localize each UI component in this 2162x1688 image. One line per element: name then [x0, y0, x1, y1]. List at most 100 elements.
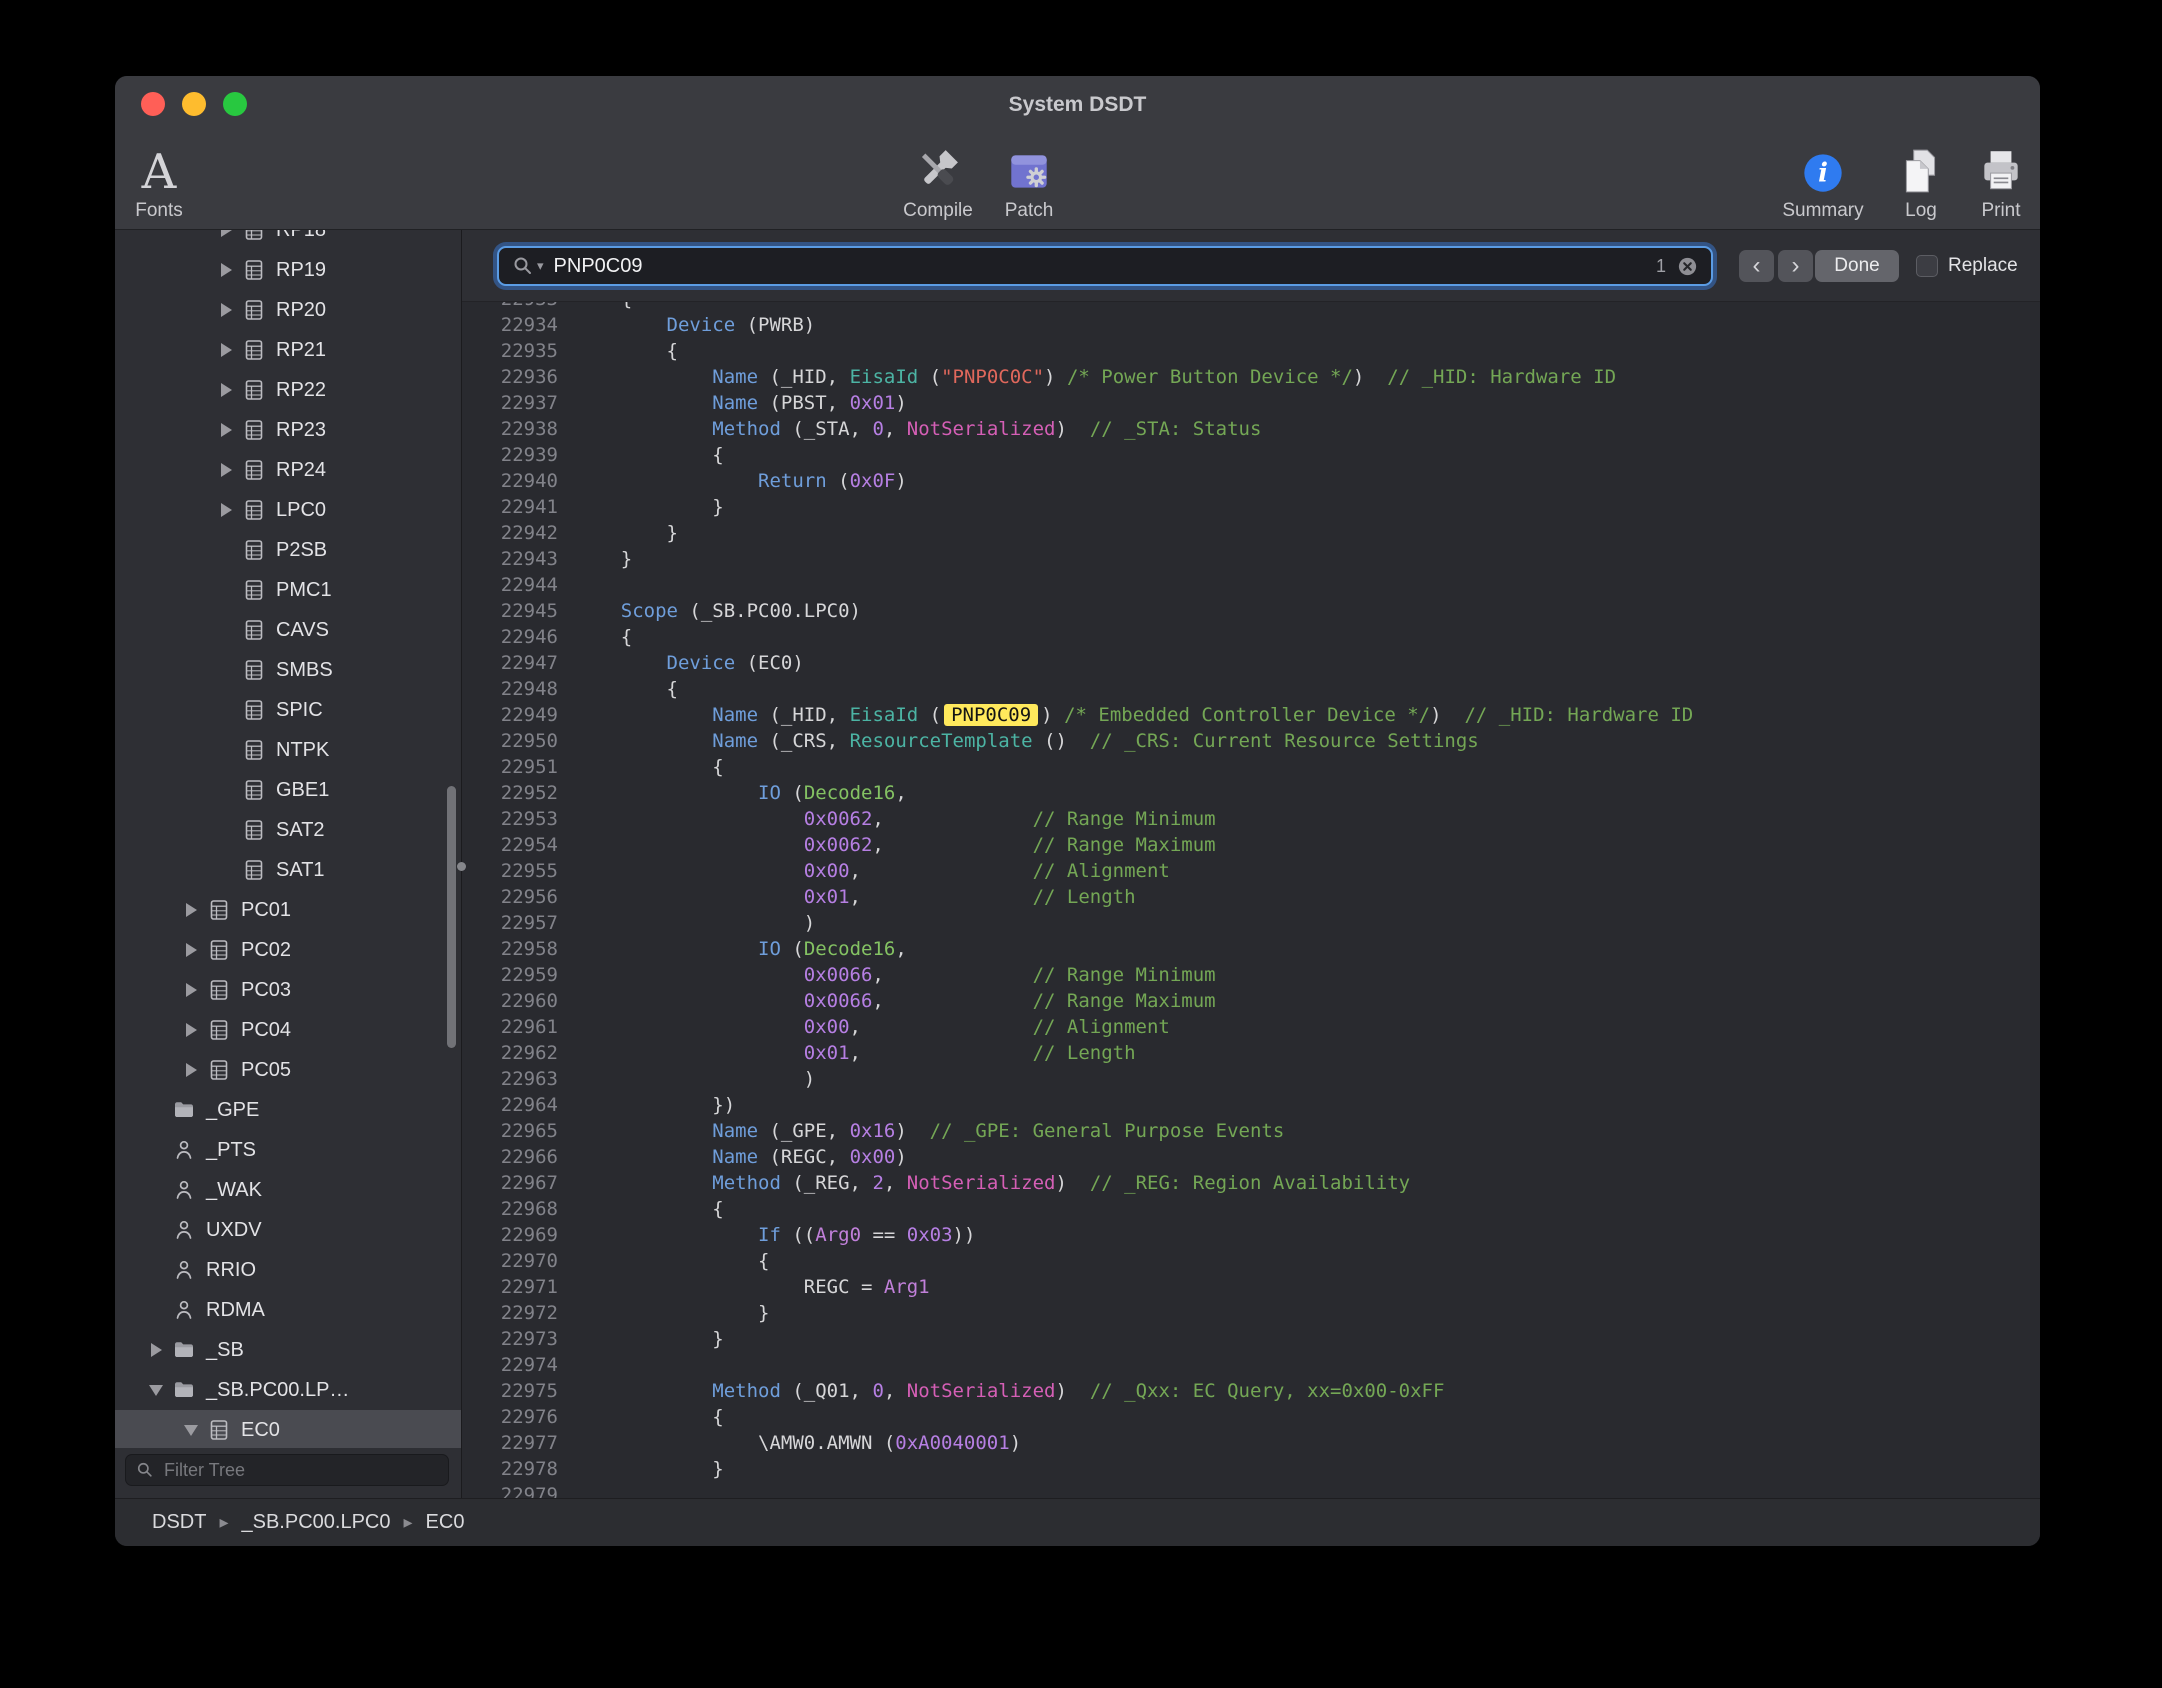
filter-tree-input[interactable]	[162, 1459, 439, 1482]
tree-item-SPIC[interactable]: SPIC	[115, 690, 461, 730]
patch-label: Patch	[954, 200, 1104, 222]
disclosure-triangle[interactable]	[178, 1023, 204, 1037]
breadcrumb-item--SB-PC00-LPC0[interactable]: _SB.PC00.LPC0	[242, 1511, 391, 1534]
tree-item-SAT1[interactable]: SAT1	[115, 850, 461, 890]
code-line: 22966 Name (REGC, 0x00)	[462, 1144, 2040, 1170]
splitter-handle[interactable]	[457, 862, 466, 871]
code-line-text: \AMW0.AMWN (0xA0040001)	[575, 1430, 1021, 1456]
tree-item-RP19[interactable]: RP19	[115, 250, 461, 290]
line-number: 22938	[462, 416, 575, 442]
tree-item-P2SB[interactable]: P2SB	[115, 530, 461, 570]
tree-item--PTS[interactable]: _PTS	[115, 1130, 461, 1170]
clear-search-icon[interactable]	[1676, 255, 1699, 278]
find-search-field[interactable]: ▾ 1	[497, 246, 1713, 286]
patch-button[interactable]: Patch	[954, 132, 1104, 222]
disclosure-triangle[interactable]	[213, 463, 239, 477]
disclosure-triangle[interactable]	[178, 1425, 204, 1436]
tree-item-PC04[interactable]: PC04	[115, 1010, 461, 1050]
code-line-text: If ((Arg0 == 0x03))	[575, 1222, 975, 1248]
disclosure-triangle[interactable]	[213, 383, 239, 397]
tree-item-RDMA[interactable]: RDMA	[115, 1290, 461, 1330]
disclosure-triangle[interactable]	[213, 303, 239, 317]
code-line-text: }	[575, 520, 678, 546]
tree-item-LPC0[interactable]: LPC0	[115, 490, 461, 530]
code-line-text: }	[575, 494, 724, 520]
code-line: 22968 {	[462, 1196, 2040, 1222]
tree-item-label: RP22	[276, 379, 326, 402]
code-line-text: Name (_CRS, ResourceTemplate () // _CRS:…	[575, 728, 1479, 754]
find-next-button[interactable]: ›	[1778, 250, 1813, 282]
print-button[interactable]: Print	[1926, 132, 2040, 222]
line-number: 22975	[462, 1378, 575, 1404]
tree-item-PMC1[interactable]: PMC1	[115, 570, 461, 610]
disclosure-triangle[interactable]	[143, 1343, 169, 1357]
disclosure-triangle[interactable]	[143, 1385, 169, 1396]
titlebar[interactable]: System DSDT	[115, 76, 2040, 132]
tree-item-RRIO[interactable]: RRIO	[115, 1250, 461, 1290]
tree-item-CAVS[interactable]: CAVS	[115, 610, 461, 650]
tree-item-SMBS[interactable]: SMBS	[115, 650, 461, 690]
doc-icon	[204, 898, 234, 922]
tree-item-RP24[interactable]: RP24	[115, 450, 461, 490]
code-line-text: Scope (_SB.PC00.LPC0)	[575, 598, 861, 624]
find-query-input[interactable]	[552, 254, 1656, 279]
code-line: 22976 {	[462, 1404, 2040, 1430]
tree-item-NTPK[interactable]: NTPK	[115, 730, 461, 770]
code-line-text: 0x0066, // Range Maximum	[575, 988, 1216, 1014]
tree-item-PC05[interactable]: PC05	[115, 1050, 461, 1090]
doc-icon	[239, 418, 269, 442]
tree-item-RP22[interactable]: RP22	[115, 370, 461, 410]
code-line: 22955 0x00, // Alignment	[462, 858, 2040, 884]
tree-item--SB-PC00-LP-[interactable]: _SB.PC00.LP…	[115, 1370, 461, 1410]
method-icon	[169, 1218, 199, 1242]
code-line: 22960 0x0066, // Range Maximum	[462, 988, 2040, 1014]
disclosure-triangle[interactable]	[213, 263, 239, 277]
tree-item--SB[interactable]: _SB	[115, 1330, 461, 1370]
tree-item-PC02[interactable]: PC02	[115, 930, 461, 970]
disclosure-triangle[interactable]	[213, 423, 239, 437]
code-line: 22956 0x01, // Length	[462, 884, 2040, 910]
disclosure-triangle[interactable]	[213, 503, 239, 517]
breadcrumb-item-DSDT[interactable]: DSDT	[152, 1511, 206, 1534]
disclosure-triangle[interactable]	[178, 983, 204, 997]
disclosure-triangle[interactable]	[178, 943, 204, 957]
tree-item-RP23[interactable]: RP23	[115, 410, 461, 450]
line-number: 22965	[462, 1118, 575, 1144]
tree-item-PC01[interactable]: PC01	[115, 890, 461, 930]
code-line-text: }	[575, 1300, 769, 1326]
tree-item-GBE1[interactable]: GBE1	[115, 770, 461, 810]
doc-icon	[239, 538, 269, 562]
tree-item-UXDV[interactable]: UXDV	[115, 1210, 461, 1250]
sidebar-scrollbar[interactable]	[447, 786, 456, 1048]
filter-field[interactable]	[125, 1454, 449, 1486]
fonts-button[interactable]: A Fonts	[115, 132, 234, 222]
doc-icon	[239, 858, 269, 882]
done-button[interactable]: Done	[1815, 250, 1899, 282]
line-number: 22979	[462, 1482, 575, 1498]
disclosure-triangle[interactable]	[178, 1063, 204, 1077]
disclosure-triangle[interactable]	[178, 903, 204, 917]
code-line: 22952 IO (Decode16,	[462, 780, 2040, 806]
code-editor[interactable]: 22933 {22934 Device (PWRB)22935 {22936 N…	[462, 286, 2040, 1498]
tree-item-label: PC05	[241, 1059, 291, 1082]
find-previous-button[interactable]: ‹	[1739, 250, 1774, 282]
tree-item--WAK[interactable]: _WAK	[115, 1170, 461, 1210]
tree-item-label: _SB.PC00.LP…	[206, 1379, 349, 1402]
tree-item-RP20[interactable]: RP20	[115, 290, 461, 330]
search-menu-chevron-icon[interactable]: ▾	[537, 258, 544, 274]
search-icon[interactable]	[511, 254, 535, 278]
tree-item-EC0[interactable]: EC0	[115, 1410, 461, 1448]
tree-item-label: SPIC	[276, 699, 323, 722]
disclosure-triangle[interactable]	[213, 343, 239, 357]
device-tree[interactable]: RP18RP19RP20RP21 RP22 RP23RP24LPC0P2SBPMC1…	[115, 230, 461, 1448]
tree-item-RP21[interactable]: RP21	[115, 330, 461, 370]
code-line-text: {	[575, 338, 678, 364]
breadcrumb-item-EC0[interactable]: EC0	[426, 1511, 465, 1534]
disclosure-triangle[interactable]	[213, 230, 239, 237]
tree-item--GPE[interactable]: _GPE	[115, 1090, 461, 1130]
code-line-text: REGC = Arg1	[575, 1274, 930, 1300]
tree-item-PC03[interactable]: PC03	[115, 970, 461, 1010]
tree-item-SAT2[interactable]: SAT2	[115, 810, 461, 850]
tree-item-RP18[interactable]: RP18	[115, 230, 461, 250]
replace-checkbox[interactable]	[1916, 255, 1938, 277]
